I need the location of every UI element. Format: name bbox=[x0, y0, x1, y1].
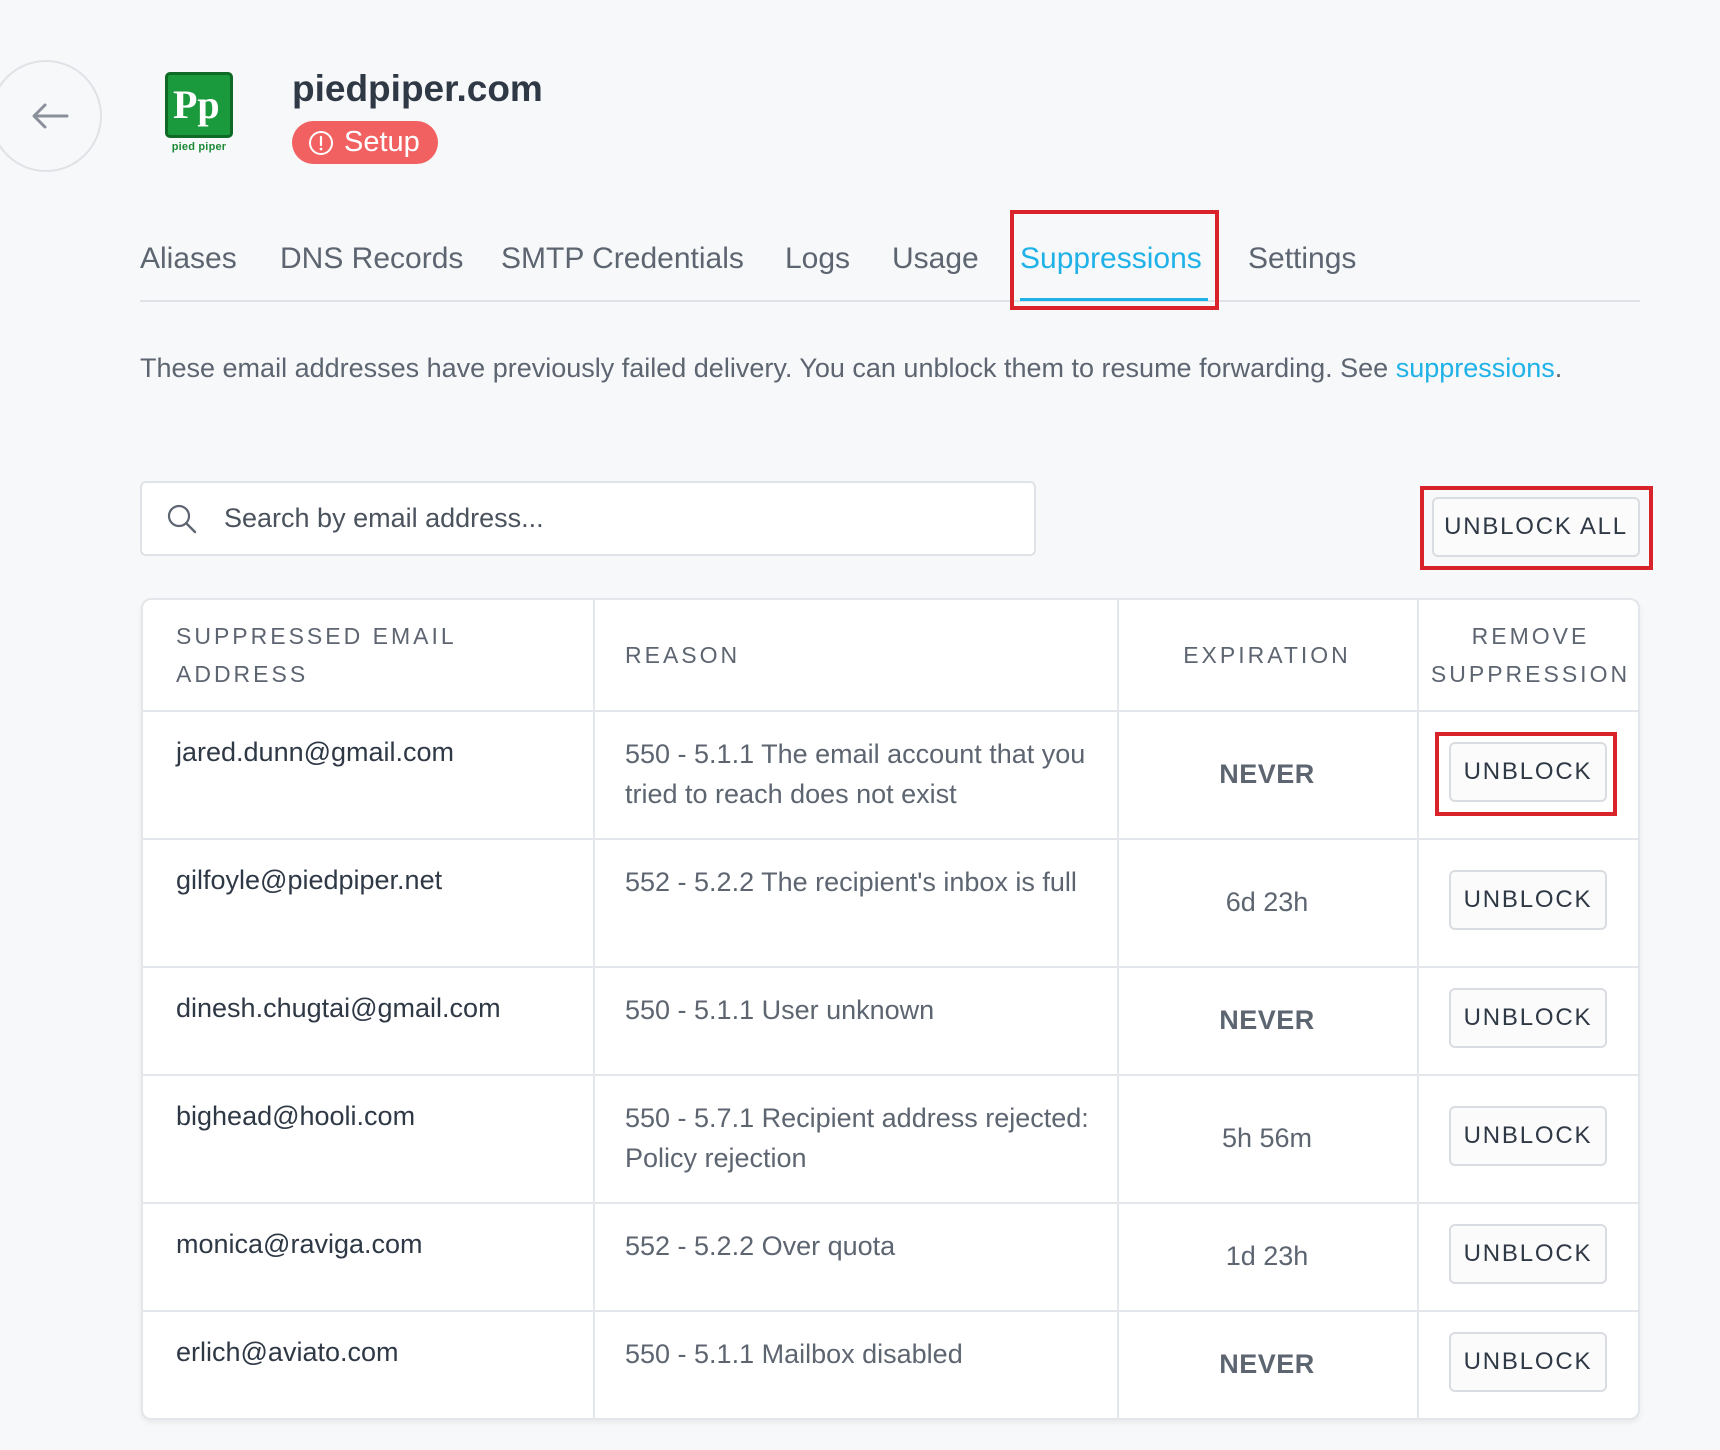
suppressions-link[interactable]: suppressions bbox=[1396, 353, 1555, 383]
page-title: piedpiper.com bbox=[292, 68, 543, 109]
table-row-email: monica@raviga.com bbox=[176, 1229, 423, 1259]
unblock-all-button[interactable]: UNBLOCK ALL bbox=[1432, 497, 1640, 557]
description-body: These email addresses have previously fa… bbox=[140, 353, 1396, 383]
logo-letters-graphic: Pp bbox=[173, 82, 220, 127]
unblock-button[interactable]: UNBLOCK bbox=[1449, 988, 1607, 1048]
table-row-reason: 550 - 5.1.1 The email account that you t… bbox=[625, 739, 1086, 809]
tab-aliases[interactable]: Aliases bbox=[140, 242, 237, 276]
status-badge-label: Setup bbox=[344, 126, 420, 158]
search-input[interactable] bbox=[224, 503, 1004, 534]
unblock-button[interactable]: UNBLOCK bbox=[1449, 1224, 1607, 1284]
back-button[interactable] bbox=[0, 60, 102, 172]
table-row-email: erlich@aviato.com bbox=[176, 1337, 399, 1367]
search-box[interactable] bbox=[140, 481, 1036, 556]
row-divider bbox=[143, 1202, 1638, 1204]
search-icon bbox=[167, 504, 197, 533]
table-row-expiration: 1d 23h bbox=[1225, 1241, 1309, 1271]
alert-circle-icon bbox=[309, 130, 333, 155]
svg-text:Pp: Pp bbox=[173, 82, 220, 127]
table-row-expiration: NEVER bbox=[1219, 1005, 1315, 1035]
row-divider bbox=[143, 1310, 1638, 1312]
column-divider bbox=[1417, 600, 1419, 1418]
table-row-reason: 552 - 5.2.2 The recipient's inbox is ful… bbox=[625, 867, 1077, 897]
tab-bar: Aliases DNS Records SMTP Credentials Log… bbox=[140, 216, 1640, 302]
tab-smtp-credentials[interactable]: SMTP Credentials bbox=[501, 242, 744, 276]
table-row-reason: 552 - 5.2.2 Over quota bbox=[625, 1231, 896, 1261]
description-suffix: . bbox=[1554, 353, 1563, 383]
table-row-reason: 550 - 5.1.1 Mailbox disabled bbox=[625, 1339, 963, 1369]
table-row-email: bighead@hooli.com bbox=[176, 1101, 416, 1131]
status-badge: Setup bbox=[292, 121, 438, 164]
tab-dns-records[interactable]: DNS Records bbox=[280, 242, 463, 276]
unblock-button[interactable]: UNBLOCK bbox=[1449, 870, 1607, 930]
unblock-button[interactable]: UNBLOCK bbox=[1449, 1106, 1607, 1166]
domain-logo: Pp pied piper bbox=[160, 72, 238, 158]
row-divider bbox=[143, 966, 1638, 968]
active-tab-indicator bbox=[1020, 298, 1208, 301]
table-row-expiration: NEVER bbox=[1219, 759, 1315, 789]
column-divider bbox=[593, 600, 595, 1418]
pied-piper-logo-mark: Pp bbox=[165, 72, 233, 138]
row-divider bbox=[143, 838, 1638, 840]
table-row-expiration: 6d 23h bbox=[1225, 887, 1309, 917]
table-row-email: jared.dunn@gmail.com bbox=[176, 737, 455, 767]
tab-settings[interactable]: Settings bbox=[1248, 242, 1356, 276]
unblock-button[interactable]: UNBLOCK bbox=[1449, 1332, 1607, 1392]
column-header-remove: REMOVE SUPPRESSION bbox=[1430, 623, 1631, 687]
column-header-email: SUPPRESSED EMAIL ADDRESS bbox=[176, 623, 456, 687]
suppressions-table: SUPPRESSED EMAIL ADDRESS REASON EXPIRATI… bbox=[141, 598, 1640, 1420]
row-divider bbox=[143, 1074, 1638, 1076]
table-row-expiration: NEVER bbox=[1219, 1349, 1315, 1379]
unblock-button[interactable]: UNBLOCK bbox=[1449, 742, 1607, 802]
arrow-left-icon bbox=[32, 103, 69, 129]
table-row-reason: 550 - 5.1.1 User unknown bbox=[625, 995, 935, 1025]
table-row-email: gilfoyle@piedpiper.net bbox=[176, 865, 443, 895]
tab-suppressions[interactable]: Suppressions bbox=[1020, 242, 1202, 276]
logo-caption: pied piper bbox=[171, 141, 227, 153]
column-header-expiration: EXPIRATION bbox=[1183, 642, 1351, 668]
tab-logs[interactable]: Logs bbox=[785, 242, 850, 276]
column-header-reason: REASON bbox=[625, 642, 741, 668]
tab-usage[interactable]: Usage bbox=[892, 242, 979, 276]
table-row-email: dinesh.chugtai@gmail.com bbox=[176, 993, 501, 1023]
table-row-reason: 550 - 5.7.1 Recipient address rejected: … bbox=[625, 1103, 1089, 1173]
row-divider bbox=[143, 710, 1638, 712]
description-text: These email addresses have previously fa… bbox=[140, 345, 1580, 391]
table-row-expiration: 5h 56m bbox=[1221, 1123, 1313, 1153]
page: Pp pied piper piedpiper.com Setup Aliase… bbox=[0, 0, 1720, 1450]
